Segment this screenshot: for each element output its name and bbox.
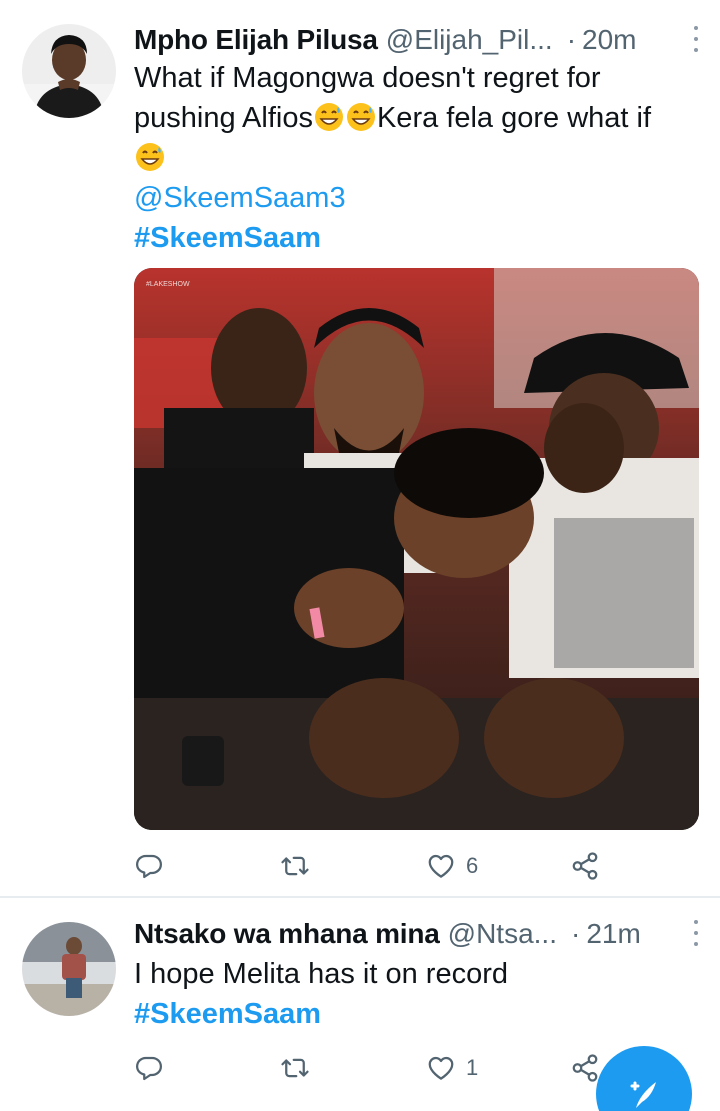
tweet-text-line: pushing Alfios Kera fela gore what if — [134, 98, 700, 138]
like-count: 1 — [466, 1055, 479, 1080]
reply-button[interactable] — [134, 1048, 164, 1088]
reply-icon — [136, 854, 162, 879]
retweet-icon — [281, 856, 309, 876]
tweet-text-segment: pushing Alfios — [134, 102, 313, 134]
like-button[interactable]: 6 — [426, 846, 478, 886]
share-icon — [572, 1054, 598, 1082]
like-button[interactable]: 1 — [426, 1048, 478, 1088]
timestamp[interactable]: 20m — [582, 24, 636, 56]
more-options-icon[interactable] — [692, 920, 700, 946]
retweet-icon — [281, 1058, 309, 1078]
author-name[interactable]: Ntsako wa mhana mina — [134, 918, 440, 950]
reply-button[interactable] — [134, 846, 164, 886]
retweet-button[interactable] — [280, 846, 310, 886]
tweet-text-line — [134, 138, 700, 178]
avatar[interactable] — [22, 922, 116, 1016]
tweet-text: What if Magongwa doesn't regret for push… — [134, 58, 700, 258]
author-name[interactable]: Mpho Elijah Pilusa — [134, 24, 378, 56]
grinning-sweat-emoji-icon — [314, 103, 343, 131]
timestamp[interactable]: 21m — [586, 918, 640, 950]
tweet-text: I hope Melita has it on record #SkeemSaa… — [134, 954, 700, 1034]
tweet-header: Ntsako wa mhana mina @Ntsa... · 21m — [134, 914, 700, 954]
mention-link[interactable]: @SkeemSaam3 — [134, 178, 700, 218]
share-button[interactable] — [570, 1048, 600, 1088]
author-handle[interactable]: @Elijah_Pil... — [386, 24, 553, 56]
like-count: 6 — [466, 853, 479, 878]
separator-dot: · — [571, 918, 581, 949]
media-watermark: #LAKESHOW — [146, 281, 190, 288]
tweet-header: Mpho Elijah Pilusa @Elijah_Pil... · 20m — [134, 20, 700, 60]
compose-tweet-icon — [630, 1081, 656, 1108]
more-options-icon[interactable] — [692, 26, 700, 52]
tweet-media-image[interactable]: #LAKESHOW — [134, 268, 699, 830]
tweet-text-segment: Kera fela gore what if — [376, 102, 652, 134]
hashtag-link[interactable]: #SkeemSaam — [134, 218, 700, 258]
tweet-actions: 6 — [134, 846, 604, 886]
share-icon — [572, 852, 598, 880]
avatar[interactable] — [22, 24, 116, 118]
heart-icon — [428, 854, 454, 878]
hashtag-link[interactable]: #SkeemSaam — [134, 994, 700, 1034]
share-button[interactable] — [570, 846, 600, 886]
tweet-text-line: What if Magongwa doesn't regret for — [134, 62, 601, 94]
retweet-button[interactable] — [280, 1048, 310, 1088]
heart-icon — [428, 1056, 454, 1080]
separator-dot: · — [566, 24, 577, 55]
reply-icon — [136, 1056, 162, 1081]
grinning-sweat-emoji-icon — [136, 143, 164, 171]
author-handle[interactable]: @Ntsa... — [448, 918, 557, 950]
tweet-actions: 1 — [134, 1048, 604, 1088]
grinning-sweat-emoji-icon — [346, 103, 375, 131]
tweet-text-line: I hope Melita has it on record — [134, 958, 508, 990]
